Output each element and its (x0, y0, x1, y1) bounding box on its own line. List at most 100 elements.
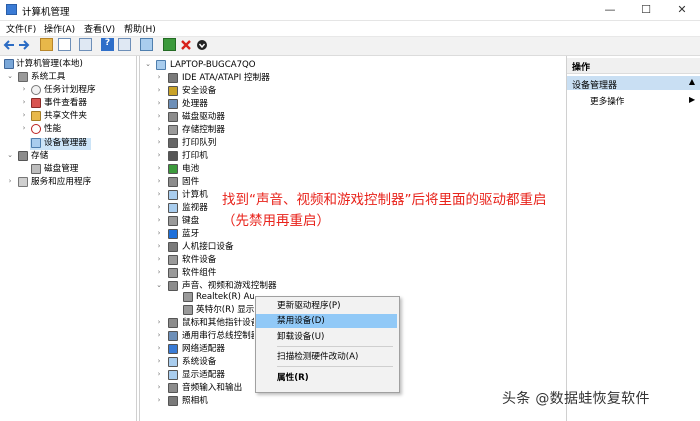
expand-icon[interactable]: › (155, 177, 163, 185)
collapse-icon[interactable]: ⌄ (6, 72, 14, 80)
performance-icon (31, 124, 41, 134)
device-category[interactable]: 软件设备 (182, 254, 216, 266)
tree-disk-management[interactable]: 磁盘管理 (44, 163, 78, 175)
monitor-icon[interactable] (140, 38, 153, 51)
device-category[interactable]: 人机接口设备 (182, 241, 234, 253)
expand-icon[interactable]: › (155, 151, 163, 159)
expand-icon[interactable]: › (155, 203, 163, 211)
tree-shared-folders[interactable]: 共享文件夹 (44, 110, 87, 122)
expand-icon[interactable]: › (155, 125, 163, 133)
menu-action[interactable]: 操作(A) (44, 22, 75, 35)
expand-icon[interactable]: › (155, 383, 163, 391)
close-button[interactable]: ✕ (664, 0, 700, 20)
menu-file[interactable]: 文件(F) (6, 22, 36, 35)
expand-icon[interactable]: › (155, 370, 163, 378)
expand-icon[interactable]: › (155, 138, 163, 146)
device-category[interactable]: 网络适配器 (182, 343, 254, 355)
collapse-icon[interactable]: ⌄ (6, 151, 14, 159)
show-hide-tree-icon[interactable] (58, 38, 71, 51)
monitor-icon (168, 203, 178, 213)
device-category[interactable]: 蓝牙 (182, 228, 199, 240)
device-category[interactable]: 固件 (182, 176, 199, 188)
expand-icon[interactable]: › (6, 177, 14, 185)
expand-icon[interactable]: › (155, 86, 163, 94)
menu-separator (277, 346, 393, 347)
expand-icon[interactable]: › (20, 111, 28, 119)
device-category[interactable]: 存储控制器 (182, 124, 225, 136)
tree-storage[interactable]: 存储 (31, 150, 48, 162)
device-category[interactable]: 音频输入和输出 (182, 382, 254, 394)
expand-icon[interactable]: › (155, 396, 163, 404)
tree-device-manager[interactable]: 设备管理器 (44, 137, 87, 149)
minimize-button[interactable]: — (592, 0, 628, 20)
more-actions[interactable]: 更多操作 (590, 95, 624, 107)
expand-icon[interactable]: › (155, 331, 163, 339)
menu-update-driver[interactable]: 更新驱动程序(P) (277, 299, 340, 313)
device-intel-display-audio[interactable]: 英特尔(R) 显示 (196, 304, 254, 316)
expand-icon[interactable]: › (155, 190, 163, 198)
expand-icon[interactable]: › (155, 112, 163, 120)
collapse-icon[interactable]: ⌄ (155, 281, 163, 289)
tree-task-scheduler[interactable]: 任务计划程序 (44, 84, 96, 96)
expand-icon[interactable]: › (155, 268, 163, 276)
device-category[interactable]: 系统设备 (182, 356, 254, 368)
expand-icon[interactable]: › (20, 98, 28, 106)
device-category[interactable]: 显示适配器 (182, 369, 254, 381)
forward-arrow-icon[interactable] (18, 39, 30, 51)
expand-icon[interactable]: › (155, 255, 163, 263)
device-category[interactable]: IDE ATA/ATAPI 控制器 (182, 72, 270, 84)
uninstall-icon[interactable] (180, 39, 192, 51)
menu-scan-hardware[interactable]: 扫描检测硬件改动(A) (277, 350, 358, 364)
tree-root[interactable]: 计算机管理(本地) (16, 58, 83, 70)
maximize-button[interactable]: ☐ (628, 0, 664, 20)
device-category[interactable]: 照相机 (182, 395, 254, 407)
device-category[interactable]: 处理器 (182, 98, 208, 110)
update-driver-icon[interactable] (163, 38, 176, 51)
device-category[interactable]: 安全设备 (182, 85, 216, 97)
tree-system-tools[interactable]: 系统工具 (31, 71, 65, 83)
expand-icon[interactable]: › (155, 344, 163, 352)
expand-icon[interactable]: › (20, 124, 28, 132)
device-category[interactable]: 电池 (182, 163, 199, 175)
printer-icon (168, 151, 178, 161)
tree-services-apps[interactable]: 服务和应用程序 (31, 176, 91, 188)
menu-uninstall-device[interactable]: 卸载设备(U) (277, 330, 324, 344)
view-icon[interactable] (118, 38, 131, 51)
expand-icon[interactable]: › (155, 164, 163, 172)
menu-view[interactable]: 查看(V) (84, 22, 115, 35)
device-category[interactable]: 计算机 (182, 189, 208, 201)
device-tree-root[interactable]: LAPTOP-BUGCA7QO (170, 59, 256, 71)
expand-icon[interactable]: › (155, 318, 163, 326)
actions-section-device-manager[interactable]: 设备管理器 ▲ (567, 76, 700, 91)
help-icon[interactable]: ? (101, 38, 114, 51)
expand-icon[interactable]: › (155, 357, 163, 365)
collapse-icon[interactable]: ⌄ (144, 60, 152, 68)
expand-icon[interactable]: › (155, 99, 163, 107)
properties-icon[interactable] (79, 38, 92, 51)
collapse-up-icon[interactable]: ▲ (689, 77, 695, 86)
expand-icon[interactable]: › (155, 216, 163, 224)
folder-up-icon[interactable] (40, 38, 53, 51)
device-category[interactable]: 软件组件 (182, 267, 216, 279)
device-category[interactable]: 键盘 (182, 215, 199, 227)
menu-properties[interactable]: 属性(R) (277, 371, 309, 385)
device-category[interactable]: 打印机 (182, 150, 208, 162)
expand-icon[interactable]: › (155, 242, 163, 250)
tree-performance[interactable]: 性能 (44, 123, 61, 135)
expand-icon[interactable]: › (20, 85, 28, 93)
device-category[interactable]: 磁盘驱动器 (182, 111, 225, 123)
device-category[interactable]: 监视器 (182, 202, 208, 214)
device-category[interactable]: 打印队列 (182, 137, 216, 149)
back-arrow-icon[interactable] (3, 39, 15, 51)
menu-help[interactable]: 帮助(H) (124, 22, 156, 35)
storage-controller-icon (168, 125, 178, 135)
actions-pane (567, 56, 700, 421)
device-realtek-audio[interactable]: Realtek(R) Audio (196, 291, 254, 303)
device-category[interactable]: 鼠标和其他指针设备 (182, 317, 254, 329)
tree-event-viewer[interactable]: 事件查看器 (44, 97, 87, 109)
menu-disable-device[interactable]: 禁用设备(D) (277, 314, 325, 328)
expand-icon[interactable]: › (155, 229, 163, 237)
enable-device-icon[interactable] (196, 39, 208, 51)
device-category[interactable]: 通用串行总线控制器 (182, 330, 254, 342)
expand-icon[interactable]: › (155, 73, 163, 81)
